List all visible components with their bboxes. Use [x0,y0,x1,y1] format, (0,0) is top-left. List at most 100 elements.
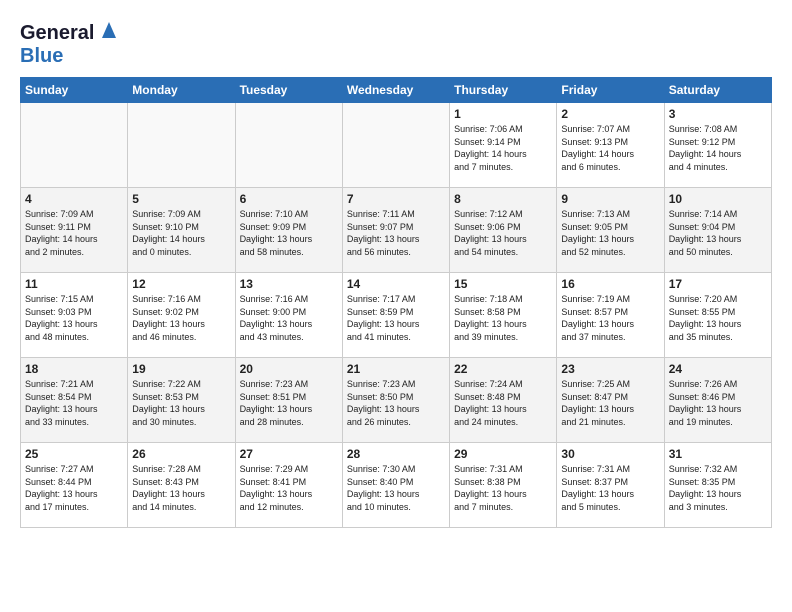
day-number: 9 [561,192,659,206]
logo-general: General [20,22,94,44]
day-info: Sunrise: 7:09 AM Sunset: 9:11 PM Dayligh… [25,208,123,258]
day-info: Sunrise: 7:11 AM Sunset: 9:07 PM Dayligh… [347,208,445,258]
logo: General Blue [20,20,120,67]
day-info: Sunrise: 7:06 AM Sunset: 9:14 PM Dayligh… [454,123,552,173]
day-info: Sunrise: 7:20 AM Sunset: 8:55 PM Dayligh… [669,293,767,343]
day-info: Sunrise: 7:26 AM Sunset: 8:46 PM Dayligh… [669,378,767,428]
day-number: 19 [132,362,230,376]
day-cell: 6 Sunrise: 7:10 AM Sunset: 9:09 PM Daylig… [235,188,342,273]
day-number: 21 [347,362,445,376]
day-number: 13 [240,277,338,291]
day-cell: 8Sunrise: 7:12 AM Sunset: 9:06 PM Daylig… [450,188,557,273]
day-number: 2 [561,107,659,121]
day-info: Sunrise: 7:32 AM Sunset: 8:35 PM Dayligh… [669,463,767,513]
day-number: 29 [454,447,552,461]
logo-text-block: General Blue [20,20,120,67]
day-number: 12 [132,277,230,291]
day-info: Sunrise: 7:07 AM Sunset: 9:13 PM Dayligh… [561,123,659,173]
day-number: 20 [240,362,338,376]
day-number: 31 [669,447,767,461]
day-cell: 28Sunrise: 7:30 AM Sunset: 8:40 PM Dayli… [342,443,449,528]
day-info: Sunrise: 7:29 AM Sunset: 8:41 PM Dayligh… [240,463,338,513]
day-number: 4 [25,192,123,206]
day-info: Sunrise: 7:15 AM Sunset: 9:03 PM Dayligh… [25,293,123,343]
day-cell [342,103,449,188]
day-cell: 20 Sunrise: 7:23 AM Sunset: 8:51 PM Dayli… [235,358,342,443]
weekday-header-sunday: Sunday [21,78,128,103]
day-cell: 19 Sunrise: 7:22 AM Sunset: 8:53 PM Dayli… [128,358,235,443]
week-row-2: 4 Sunrise: 7:09 AM Sunset: 9:11 PM Daylig… [21,188,772,273]
day-number: 28 [347,447,445,461]
day-number: 22 [454,362,552,376]
day-number: 30 [561,447,659,461]
weekday-header-thursday: Thursday [450,78,557,103]
day-cell [235,103,342,188]
day-number: 6 [240,192,338,206]
day-info: Sunrise: 7:24 AM Sunset: 8:48 PM Dayligh… [454,378,552,428]
day-number: 16 [561,277,659,291]
day-number: 7 [347,192,445,206]
day-info: Sunrise: 7:31 AM Sunset: 8:38 PM Dayligh… [454,463,552,513]
day-info: Sunrise: 7:10 AM Sunset: 9:09 PM Dayligh… [240,208,338,258]
day-cell: 11 Sunrise: 7:15 AM Sunset: 9:03 PM Dayli… [21,273,128,358]
day-info: Sunrise: 7:22 AM Sunset: 8:53 PM Dayligh… [132,378,230,428]
day-number: 26 [132,447,230,461]
day-info: Sunrise: 7:09 AM Sunset: 9:10 PM Dayligh… [132,208,230,258]
day-info: Sunrise: 7:17 AM Sunset: 8:59 PM Dayligh… [347,293,445,343]
weekday-header-wednesday: Wednesday [342,78,449,103]
day-number: 14 [347,277,445,291]
day-number: 1 [454,107,552,121]
week-row-5: 25Sunrise: 7:27 AM Sunset: 8:44 PM Dayli… [21,443,772,528]
day-info: Sunrise: 7:23 AM Sunset: 8:51 PM Dayligh… [240,378,338,428]
day-cell: 21 Sunrise: 7:23 AM Sunset: 8:50 PM Dayli… [342,358,449,443]
day-cell: 3 Sunrise: 7:08 AM Sunset: 9:12 PM Daylig… [664,103,771,188]
day-number: 10 [669,192,767,206]
day-info: Sunrise: 7:16 AM Sunset: 9:00 PM Dayligh… [240,293,338,343]
day-number: 3 [669,107,767,121]
day-info: Sunrise: 7:14 AM Sunset: 9:04 PM Dayligh… [669,208,767,258]
day-cell: 9Sunrise: 7:13 AM Sunset: 9:05 PM Daylig… [557,188,664,273]
day-number: 23 [561,362,659,376]
day-info: Sunrise: 7:12 AM Sunset: 9:06 PM Dayligh… [454,208,552,258]
week-row-1: 1 Sunrise: 7:06 AM Sunset: 9:14 PM Daylig… [21,103,772,188]
day-cell: 2 Sunrise: 7:07 AM Sunset: 9:13 PM Daylig… [557,103,664,188]
day-cell: 12 Sunrise: 7:16 AM Sunset: 9:02 PM Dayli… [128,273,235,358]
day-cell: 25Sunrise: 7:27 AM Sunset: 8:44 PM Dayli… [21,443,128,528]
week-row-3: 11 Sunrise: 7:15 AM Sunset: 9:03 PM Dayli… [21,273,772,358]
week-row-4: 18 Sunrise: 7:21 AM Sunset: 8:54 PM Dayli… [21,358,772,443]
day-cell: 1 Sunrise: 7:06 AM Sunset: 9:14 PM Daylig… [450,103,557,188]
day-info: Sunrise: 7:31 AM Sunset: 8:37 PM Dayligh… [561,463,659,513]
day-info: Sunrise: 7:25 AM Sunset: 8:47 PM Dayligh… [561,378,659,428]
day-number: 15 [454,277,552,291]
day-cell: 13 Sunrise: 7:16 AM Sunset: 9:00 PM Dayli… [235,273,342,358]
day-number: 27 [240,447,338,461]
calendar-table: SundayMondayTuesdayWednesdayThursdayFrid… [20,77,772,528]
day-number: 5 [132,192,230,206]
weekday-header-monday: Monday [128,78,235,103]
day-info: Sunrise: 7:08 AM Sunset: 9:12 PM Dayligh… [669,123,767,173]
day-info: Sunrise: 7:21 AM Sunset: 8:54 PM Dayligh… [25,378,123,428]
weekday-header-friday: Friday [557,78,664,103]
day-cell [128,103,235,188]
logo-blue: Blue [20,45,120,67]
day-cell [21,103,128,188]
day-cell: 16Sunrise: 7:19 AM Sunset: 8:57 PM Dayli… [557,273,664,358]
day-cell: 17 Sunrise: 7:20 AM Sunset: 8:55 PM Dayli… [664,273,771,358]
day-cell: 15Sunrise: 7:18 AM Sunset: 8:58 PM Dayli… [450,273,557,358]
day-info: Sunrise: 7:23 AM Sunset: 8:50 PM Dayligh… [347,378,445,428]
day-cell: 31 Sunrise: 7:32 AM Sunset: 8:35 PM Dayli… [664,443,771,528]
page-header: General Blue [20,20,772,67]
day-number: 18 [25,362,123,376]
day-cell: 10 Sunrise: 7:14 AM Sunset: 9:04 PM Dayli… [664,188,771,273]
day-number: 25 [25,447,123,461]
day-info: Sunrise: 7:16 AM Sunset: 9:02 PM Dayligh… [132,293,230,343]
day-cell: 7 Sunrise: 7:11 AM Sunset: 9:07 PM Daylig… [342,188,449,273]
day-number: 11 [25,277,123,291]
day-cell: 14 Sunrise: 7:17 AM Sunset: 8:59 PM Dayli… [342,273,449,358]
day-cell: 26 Sunrise: 7:28 AM Sunset: 8:43 PM Dayli… [128,443,235,528]
day-cell: 5 Sunrise: 7:09 AM Sunset: 9:10 PM Daylig… [128,188,235,273]
day-info: Sunrise: 7:28 AM Sunset: 8:43 PM Dayligh… [132,463,230,513]
day-cell: 24Sunrise: 7:26 AM Sunset: 8:46 PM Dayli… [664,358,771,443]
day-number: 17 [669,277,767,291]
weekday-header-tuesday: Tuesday [235,78,342,103]
